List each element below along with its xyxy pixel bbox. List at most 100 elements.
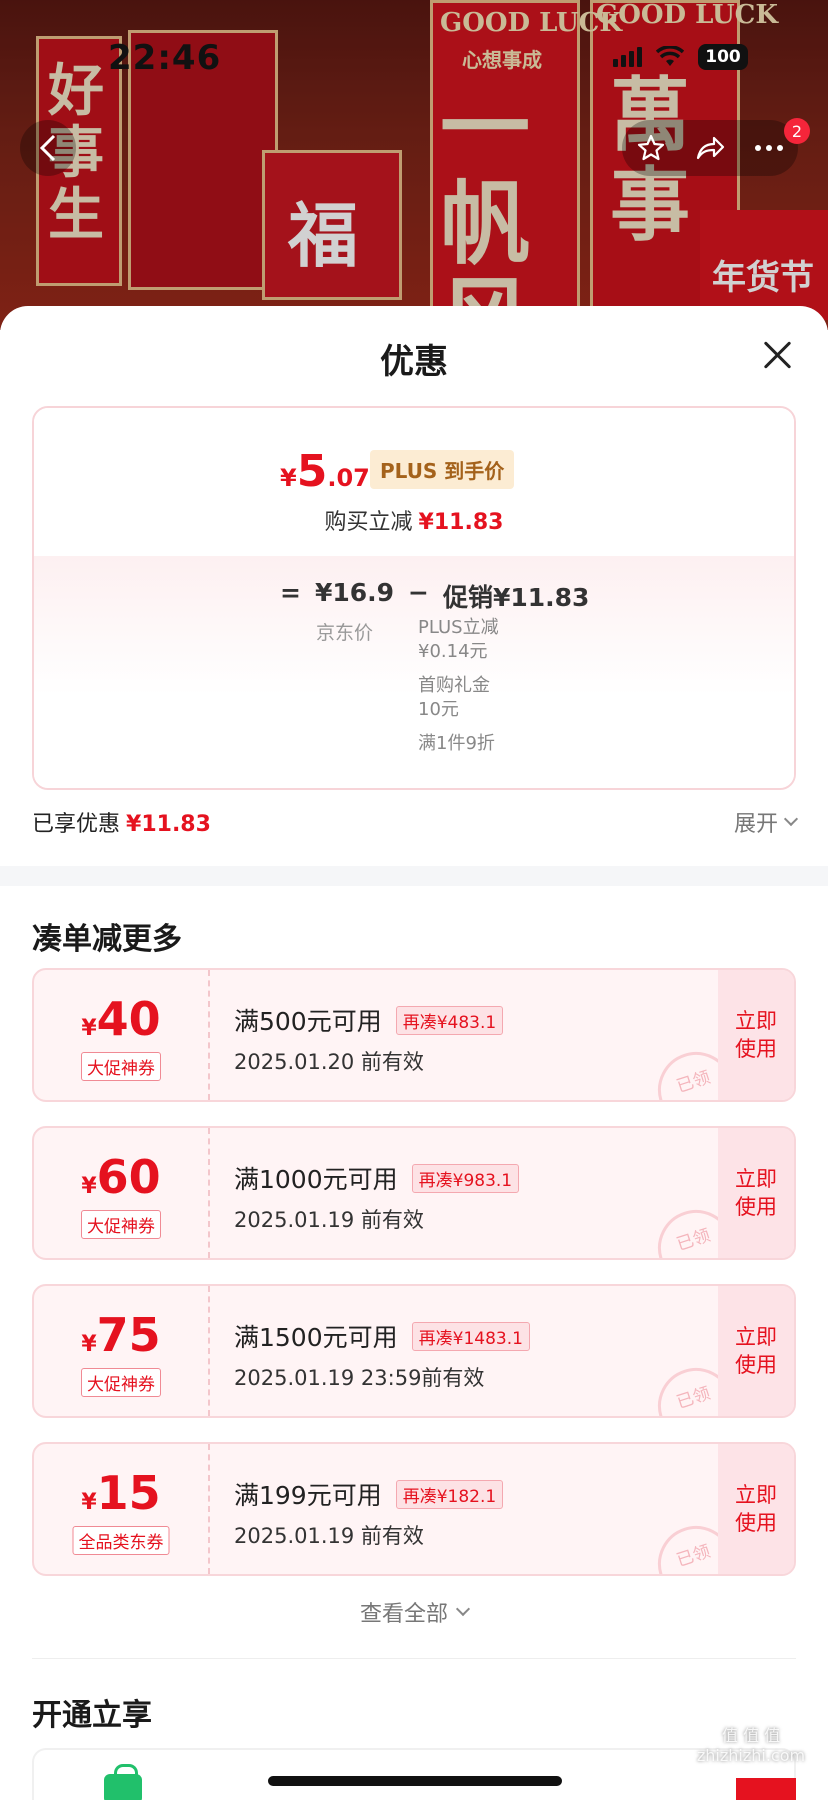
- buy-cut-amount: ¥11.83: [418, 510, 504, 535]
- enjoyed-label: 已享优惠: [32, 812, 121, 837]
- promo-discount-label: 满1件9折: [418, 733, 495, 754]
- coupon-amount: ¥60: [34, 1150, 208, 1204]
- final-price-currency: ¥: [280, 464, 297, 492]
- use-coupon-button[interactable]: 立即 使用: [718, 1128, 794, 1258]
- watermark: 值 值 值 zhizhizhi.com: [696, 1726, 806, 1765]
- home-indicator: [268, 1776, 562, 1786]
- coupon-more-needed: 再凑¥483.1: [395, 1005, 504, 1035]
- signal-icon: [613, 47, 642, 67]
- coupon-validity: 2025.01.20 前有效: [234, 1050, 424, 1074]
- buy-cut-label: 购买立减: [324, 510, 413, 535]
- promo-total: 促销¥11.83: [442, 583, 590, 612]
- coupon-card: ¥15 全品类东券 满199元可用 再凑¥182.1 2025.01.19 前有效…: [32, 1442, 796, 1576]
- coupon-validity: 2025.01.19 23:59前有效: [234, 1366, 485, 1390]
- status-indicators: 100: [613, 44, 748, 70]
- price-card: ¥ 5 .07 PLUS 到手价 购买立减 ¥11.83 = ¥16.9 − 促销…: [32, 406, 796, 790]
- share-icon[interactable]: [694, 134, 726, 162]
- coupon-more-needed: 再凑¥1483.1: [411, 1321, 530, 1351]
- promo-item-discount: 满1件9折: [418, 732, 499, 756]
- status-time: 22:46: [108, 38, 222, 78]
- coupon-value-block: ¥60 大促神券: [34, 1128, 210, 1258]
- nav-actions: [622, 120, 798, 176]
- coupon-condition-text: 满1000元可用: [234, 1165, 398, 1194]
- jd-price-label: 京东价: [316, 622, 374, 644]
- coupon-type: 大促神券: [81, 1052, 161, 1081]
- back-button[interactable]: [20, 120, 76, 176]
- promo-gift-label: 首购礼金: [418, 675, 490, 696]
- promo-item-gift: 首购礼金 10元: [418, 674, 499, 722]
- price-summary: ¥ 5 .07 PLUS 到手价 购买立减 ¥11.83: [34, 408, 794, 556]
- coupon-currency: ¥: [81, 1332, 97, 1357]
- coupon-value-block: ¥15 全品类东券: [34, 1444, 210, 1574]
- coupon-amount-value: 15: [96, 1466, 161, 1520]
- notification-badge: 2: [784, 118, 810, 144]
- close-icon[interactable]: [762, 340, 792, 370]
- coupon-condition: 满1000元可用 再凑¥983.1: [234, 1160, 520, 1196]
- coupon-validity: 2025.01.19 前有效: [234, 1524, 424, 1548]
- use-coupon-button[interactable]: 立即 使用: [718, 1444, 794, 1574]
- chevron-down-icon: [455, 1601, 471, 1617]
- coupon-value-block: ¥75 大促神券: [34, 1286, 210, 1416]
- star-icon[interactable]: [636, 133, 666, 163]
- equals-sign: =: [280, 578, 301, 607]
- promo-gift-value: 10元: [418, 699, 459, 720]
- coupon-condition-text: 满199元可用: [234, 1481, 382, 1510]
- coupon-card: ¥60 大促神券 满1000元可用 再凑¥983.1 2025.01.19 前有效…: [32, 1126, 796, 1260]
- jd-price: ¥16.9: [314, 578, 395, 607]
- coupon-amount: ¥75: [34, 1308, 208, 1362]
- buy-cut-line: 购买立减 ¥11.83: [34, 504, 794, 536]
- sheet-title: 优惠: [380, 342, 448, 382]
- coupon-more-needed: 再凑¥983.1: [411, 1163, 520, 1193]
- enjoyed-discount: 已享优惠 ¥11.83: [32, 806, 211, 838]
- coupon-card: ¥40 大促神券 满500元可用 再凑¥483.1 2025.01.20 前有效 …: [32, 968, 796, 1102]
- coupon-condition: 满500元可用 再凑¥483.1: [234, 1002, 504, 1038]
- membership-card[interactable]: [32, 1748, 796, 1800]
- coupon-condition-text: 满500元可用: [234, 1007, 382, 1036]
- use-coupon-button[interactable]: 立即 使用: [718, 970, 794, 1100]
- more-section-title: 凑单减更多: [32, 922, 182, 957]
- coupon-amount: ¥15: [34, 1466, 208, 1520]
- coupon-currency: ¥: [81, 1490, 97, 1515]
- coupon-card: ¥75 大促神券 满1500元可用 再凑¥1483.1 2025.01.19 23…: [32, 1284, 796, 1418]
- plus-price-tag: PLUS 到手价: [370, 450, 515, 489]
- coupon-currency: ¥: [81, 1174, 97, 1199]
- coupon-condition-text: 满1500元可用: [234, 1323, 398, 1352]
- coupon-condition: 满1500元可用 再凑¥1483.1: [234, 1318, 530, 1354]
- coupon-amount-value: 75: [96, 1308, 161, 1362]
- expand-label: 展开: [733, 812, 778, 837]
- final-price: ¥ 5 .07: [280, 446, 370, 497]
- coupon-more-needed: 再凑¥182.1: [395, 1479, 504, 1509]
- promo-item-plus: PLUS立减 ¥0.14元: [418, 616, 499, 664]
- more-icon[interactable]: [754, 144, 784, 152]
- coupon-amount: ¥40: [34, 992, 208, 1046]
- discount-sheet: 优惠 ¥ 5 .07 PLUS 到手价 购买立减 ¥11.83 = ¥16.9 −…: [0, 306, 828, 1800]
- expand-button[interactable]: 展开: [733, 806, 799, 838]
- use-coupon-button[interactable]: 立即 使用: [718, 1286, 794, 1416]
- price-formula: = ¥16.9 − 促销¥11.83: [280, 578, 589, 614]
- coupon-type: 大促神券: [81, 1368, 161, 1397]
- wifi-icon: [656, 46, 684, 66]
- chevron-down-icon: [783, 811, 799, 827]
- coupon-condition: 满199元可用 再凑¥182.1: [234, 1476, 504, 1512]
- coupon-value-block: ¥40 大促神券: [34, 970, 210, 1100]
- coupon-currency: ¥: [81, 1016, 97, 1041]
- section-divider: [0, 866, 828, 886]
- price-breakdown: = ¥16.9 − 促销¥11.83 京东价 PLUS立减 ¥0.14元 首购礼…: [34, 556, 794, 788]
- view-all-button[interactable]: 查看全部: [0, 1596, 828, 1628]
- final-price-decimal: .07: [327, 464, 370, 492]
- promo-plus-label: PLUS立减: [418, 617, 499, 638]
- open-section-title: 开通立享: [32, 1698, 152, 1733]
- final-price-integer: 5: [296, 446, 328, 497]
- promo-plus-value: ¥0.14元: [418, 641, 488, 662]
- enjoyed-amount: ¥11.83: [126, 812, 211, 837]
- battery-icon: 100: [698, 44, 748, 70]
- shopping-bag-icon: [104, 1764, 142, 1800]
- minus-sign: −: [408, 578, 429, 607]
- divider-line: [32, 1658, 796, 1659]
- coupon-amount-value: 60: [96, 1150, 161, 1204]
- promo-list: PLUS立减 ¥0.14元 首购礼金 10元 满1件9折: [418, 616, 499, 766]
- coupon-amount-value: 40: [96, 992, 161, 1046]
- coupon-type: 全品类东券: [72, 1526, 170, 1555]
- coupon-validity: 2025.01.19 前有效: [234, 1208, 424, 1232]
- chevron-left-icon: [39, 134, 56, 162]
